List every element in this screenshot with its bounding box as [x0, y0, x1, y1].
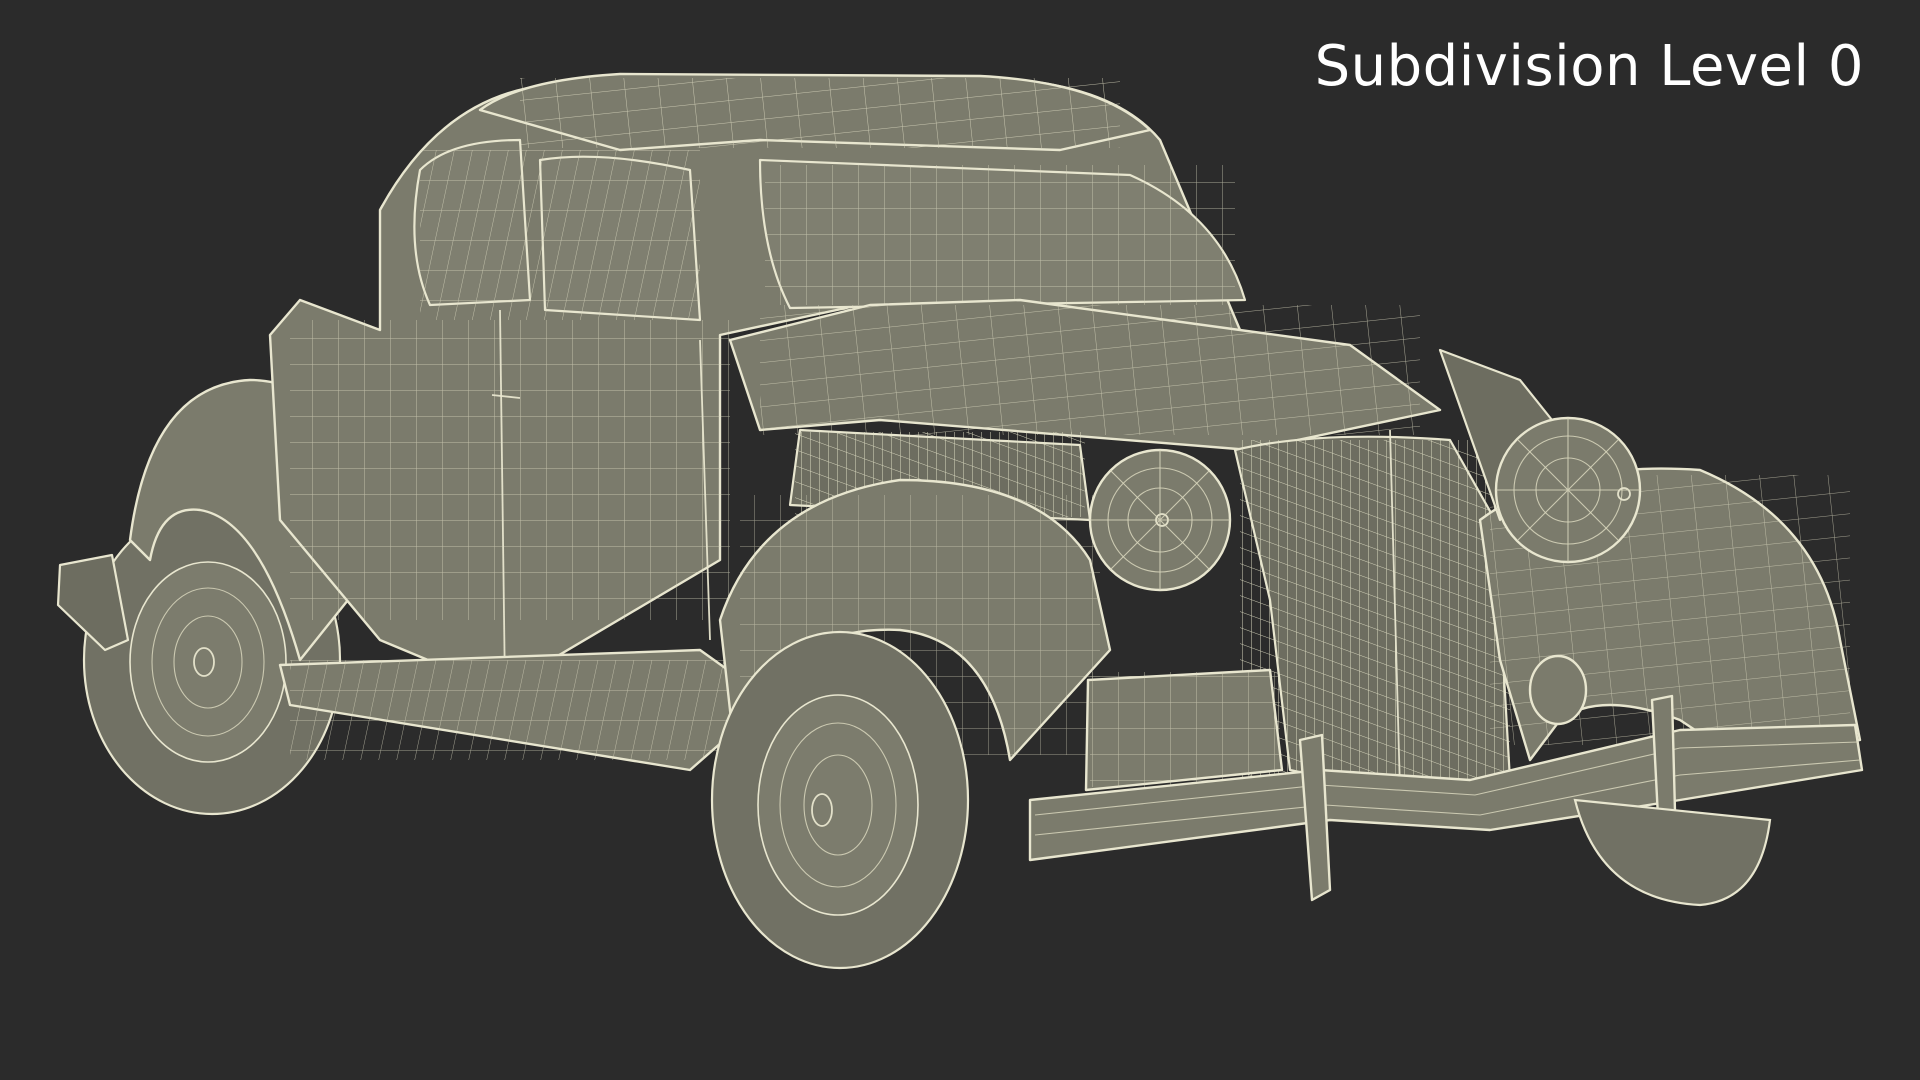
front-left-wheel: [710, 630, 970, 970]
subdivision-level-label: Subdivision Level 0: [1314, 34, 1864, 99]
right-headlight: [1494, 416, 1642, 564]
car-wireframe-model: [56, 72, 1864, 970]
left-headlight: [1088, 448, 1232, 592]
render-viewport: Subdivision Level 0: [0, 0, 1920, 1080]
